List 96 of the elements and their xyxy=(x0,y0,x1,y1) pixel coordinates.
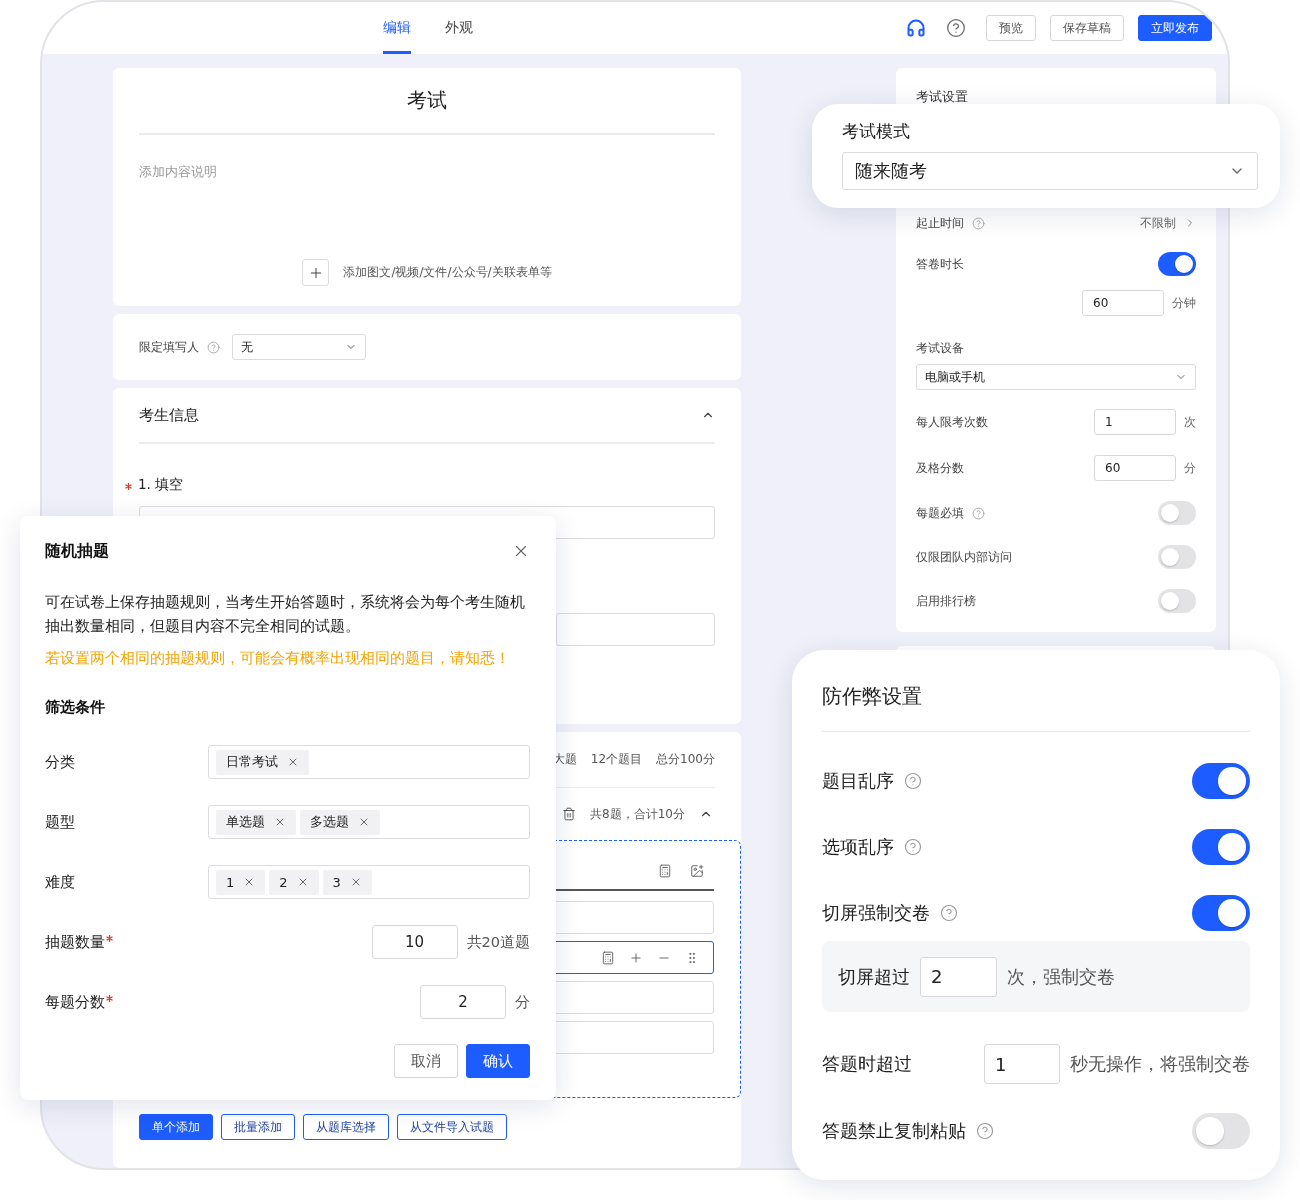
restrict-select[interactable]: 无 xyxy=(232,334,366,360)
filter-label: 难度 xyxy=(45,872,75,892)
setting-label: 每人限考次数 xyxy=(916,413,988,431)
setting-label: 启用排行榜 xyxy=(916,592,976,610)
help-icon[interactable] xyxy=(976,1122,994,1140)
unit-label: 分钟 xyxy=(1172,294,1196,312)
number-field[interactable]: 2 xyxy=(420,985,506,1019)
tag-field[interactable]: 日常考试 xyxy=(208,745,530,779)
trash-icon[interactable] xyxy=(562,807,577,821)
duration-field[interactable]: 60 xyxy=(1082,290,1164,316)
help-icon[interactable] xyxy=(940,904,958,922)
header-button[interactable]: 保存草稿 xyxy=(1050,15,1124,41)
add-button[interactable] xyxy=(302,259,330,286)
field-label: 限定填写人 xyxy=(139,338,199,356)
form-title: 考试 xyxy=(407,87,447,114)
setting-label: 答题禁止复制粘贴 xyxy=(822,1119,966,1143)
calculator-icon[interactable] xyxy=(601,950,615,965)
number-field[interactable]: 60 xyxy=(1094,455,1176,481)
setting-label: 答卷时长 xyxy=(916,255,964,273)
setting-label: 仅限团队内部访问 xyxy=(916,548,1012,566)
setting-label: 及格分数 xyxy=(916,459,964,477)
toggle-switch[interactable] xyxy=(1158,545,1196,569)
setting-label: 答题时超过 xyxy=(822,1052,913,1076)
device-select[interactable]: 电脑或手机 xyxy=(916,364,1196,390)
image-add-icon[interactable] xyxy=(690,864,704,878)
tab[interactable]: 外观 xyxy=(445,2,473,54)
setting-label: 起止时间 xyxy=(916,214,964,232)
suffix-label: 共20道题 xyxy=(466,932,530,952)
filter-label: 抽题数量 xyxy=(45,932,105,952)
filter-label: 题型 xyxy=(45,812,75,832)
add-question-button[interactable]: 从题库选择 xyxy=(303,1114,389,1140)
setting-value[interactable]: 不限制 xyxy=(1140,214,1176,232)
close-icon[interactable] xyxy=(358,816,370,828)
anti-cheat-title: 防作弊设置 xyxy=(822,683,922,710)
setting-label: 题目乱序 xyxy=(822,769,894,793)
setting-label: 每题必填 xyxy=(916,504,964,522)
close-icon[interactable] xyxy=(287,756,299,768)
filter-tag: 单选题 xyxy=(216,809,296,835)
help-icon[interactable] xyxy=(904,772,922,790)
filter-tag: 1 xyxy=(216,869,266,895)
unit-label: 次 xyxy=(1184,413,1196,431)
help-icon[interactable] xyxy=(946,18,966,38)
header-button[interactable]: 立即发布 xyxy=(1138,15,1212,41)
dialog-button[interactable]: 确认 xyxy=(466,1044,530,1078)
number-field[interactable]: 10 xyxy=(371,925,458,959)
add-question-button[interactable]: 批量添加 xyxy=(221,1114,295,1140)
number-field[interactable]: 1 xyxy=(984,1044,1060,1084)
filter-tag: 3 xyxy=(322,869,372,895)
filter-label: 每题分数 xyxy=(45,992,105,1012)
toggle-switch[interactable] xyxy=(1192,763,1250,799)
setting-label: 秒无操作，将强制交卷 xyxy=(1070,1052,1250,1076)
answer-field[interactable] xyxy=(556,613,715,646)
setting-label: 选项乱序 xyxy=(822,835,894,859)
exam-mode-label: 考试模式 xyxy=(842,120,911,143)
toggle-switch[interactable] xyxy=(1158,501,1196,525)
calculator-icon[interactable] xyxy=(658,864,672,878)
number-field[interactable]: 1 xyxy=(1094,409,1176,435)
unit-label: 分 xyxy=(1184,459,1196,477)
setting-label: 切屏强制交卷 xyxy=(822,901,930,925)
tag-field[interactable]: 单选题 多选题 xyxy=(208,805,530,839)
settings-title: 考试设置 xyxy=(916,88,969,106)
section-summary: 共8题，合计10分 xyxy=(590,805,685,823)
toggle-switch[interactable] xyxy=(1192,895,1250,931)
section-stat: 12个题目 xyxy=(590,751,643,768)
close-icon[interactable] xyxy=(274,816,286,828)
setting-label: 考试设备 xyxy=(916,339,964,357)
filter-heading: 筛选条件 xyxy=(45,697,106,718)
dialog-description: 可在试卷上保存抽题规则，当考生开始答题时，系统将会为每个考生随机抽出数量相同，但题目内容不完全相同的试题。 xyxy=(45,592,526,636)
filter-tag: 多选题 xyxy=(300,809,380,835)
section-stat: 总分100分 xyxy=(656,751,715,768)
header-button[interactable]: 预览 xyxy=(986,15,1036,41)
filter-tag: 2 xyxy=(269,869,319,895)
toggle-switch[interactable] xyxy=(1158,589,1196,613)
help-icon[interactable] xyxy=(904,838,922,856)
dialog-warning: 若设置两个相同的抽题规则，可能会有概率出现相同的题目，请知悉！ xyxy=(45,648,511,668)
toggle-switch[interactable] xyxy=(1158,252,1196,276)
number-field[interactable]: 2 xyxy=(920,956,997,997)
description-hint: 添加内容说明 xyxy=(139,163,218,181)
filter-tag: 日常考试 xyxy=(216,749,309,775)
filter-label: 分类 xyxy=(45,752,75,772)
add-question-button[interactable]: 单个添加 xyxy=(139,1114,213,1140)
setting-label: 切屏超过 xyxy=(838,964,910,989)
setting-label: 次，强制交卷 xyxy=(1007,964,1115,989)
suffix-label: 分 xyxy=(515,992,530,1012)
dialog-title: 随机抽题 xyxy=(45,540,109,562)
headset-icon[interactable] xyxy=(906,18,926,38)
add-question-button[interactable]: 从文件导入试题 xyxy=(397,1114,507,1140)
toggle-switch[interactable] xyxy=(1192,829,1250,865)
toggle-switch[interactable] xyxy=(1192,1113,1250,1149)
section-title: 考生信息 xyxy=(139,405,199,425)
add-media-label: 添加图文/视频/文件/公众号/关联表单等 xyxy=(343,264,552,281)
tab[interactable]: 编辑 xyxy=(383,2,411,54)
exam-mode-select[interactable]: 随来随考 xyxy=(842,152,1258,190)
tag-field[interactable]: 1 2 3 xyxy=(208,865,530,899)
question-label: 1. 填空 xyxy=(138,476,184,494)
dialog-button[interactable]: 取消 xyxy=(394,1044,458,1078)
